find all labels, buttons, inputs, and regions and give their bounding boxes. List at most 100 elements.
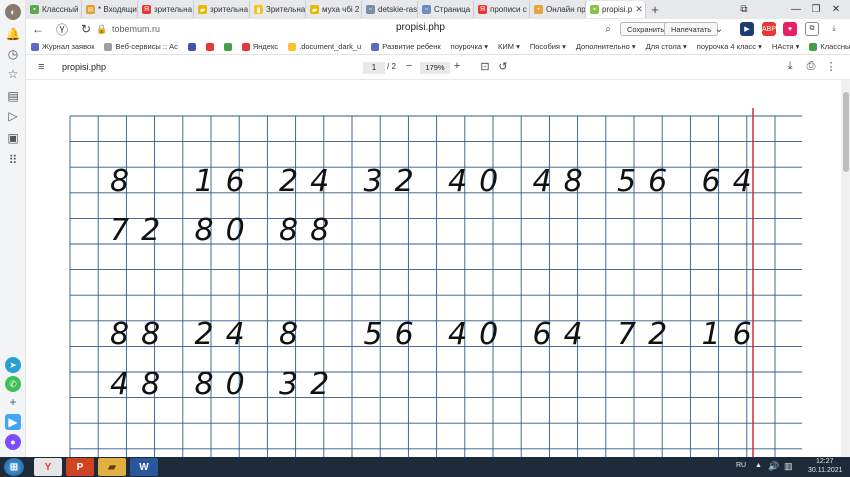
tabs-menu-icon[interactable]: ⧉ (734, 0, 754, 19)
worksheet-number: 88 (110, 317, 172, 352)
worksheet-number: 88 (279, 213, 341, 248)
volume-icon[interactable]: 🔊 (768, 461, 779, 472)
rotate-icon[interactable]: ↺ (496, 60, 510, 73)
bookmark-classroom[interactable]: Классный (804, 42, 850, 51)
heart-extension-icon[interactable]: ♥ (783, 22, 797, 36)
yandex-browser-icon[interactable]: Y (34, 458, 62, 476)
grid-lines (69, 115, 802, 457)
music-icon[interactable]: ▶ (5, 414, 21, 430)
zoom-out-icon[interactable]: − (402, 60, 416, 72)
mail-icon: ✉ (86, 5, 95, 14)
downloads-icon[interactable]: ⤓ (827, 22, 841, 36)
worksheet-number: 72 (110, 213, 172, 248)
minimize-icon[interactable]: — (786, 0, 806, 19)
word-icon[interactable]: W (130, 458, 158, 476)
worksheet-number: 64 (702, 164, 764, 199)
adblock-icon[interactable]: ABP (762, 22, 776, 36)
more-options-icon[interactable]: ⋮ (824, 60, 838, 73)
add-panel-icon[interactable]: + (5, 394, 21, 410)
bookmark-folder-posobiya[interactable]: Пособия ▾ (525, 42, 571, 51)
back-icon[interactable]: ← (28, 19, 48, 39)
bookmark-icon-only-1[interactable] (183, 42, 201, 51)
page-number-input[interactable]: 1 (363, 62, 385, 74)
tab-online[interactable]: ▪ Онлайн пр (530, 1, 586, 18)
tab-propisi-active[interactable]: ▪ propisi.p ✕ (586, 1, 646, 18)
bookmark-child-development[interactable]: Развитие ребенк (366, 42, 445, 51)
tab-classroom[interactable]: ▪ Классный (26, 1, 82, 18)
bookmark-folder-extra[interactable]: Дополнительно ▾ (571, 42, 641, 51)
collections-icon[interactable]: ⧉ (805, 22, 819, 36)
tab-folder-1[interactable]: ▰ зрительна (194, 1, 250, 18)
worksheet-number: 16 (195, 164, 257, 199)
bookmark-folder-desk[interactable]: Для стола ▾ (641, 42, 692, 51)
tab-label: Онлайн пр (546, 5, 586, 14)
page-icon: ▫ (366, 5, 375, 14)
download-icon[interactable]: ⤓ (783, 60, 797, 73)
tab-yandex-search-2[interactable]: Я прописи с (474, 1, 530, 18)
start-button[interactable]: ⊞ (4, 458, 24, 476)
history-icon[interactable]: ◷ (5, 46, 21, 62)
tab-detskie[interactable]: ▫ detskie-ras (362, 1, 418, 18)
yandex-home-icon[interactable]: Ⓨ (52, 19, 72, 39)
worksheet-number: 24 (279, 164, 341, 199)
worksheet-number: 8 (279, 317, 310, 352)
explorer-icon[interactable]: ▰ (98, 458, 126, 476)
bookmark-folder-kim[interactable]: КИМ ▾ (493, 42, 525, 51)
favorites-icon[interactable]: ☆ (5, 66, 21, 82)
alice-icon[interactable]: ● (5, 434, 21, 450)
profile-avatar-icon[interactable]: ◐ (5, 4, 21, 20)
extension-arrow-icon[interactable]: ▶ (740, 22, 754, 36)
search-icon[interactable]: ⌕ (598, 19, 618, 39)
tab-page[interactable]: ▫ Страница (418, 1, 474, 18)
whatsapp-icon[interactable]: ✆ (5, 376, 21, 392)
collections-icon[interactable]: ▤ (5, 88, 21, 104)
zoom-in-icon[interactable]: + (450, 60, 464, 72)
print-icon[interactable]: ⎙ (804, 60, 818, 73)
close-tab-icon[interactable]: ✕ (635, 4, 643, 15)
tray-arrow-icon[interactable]: ▲ (755, 462, 762, 469)
tab-yandex-search-1[interactable]: Я зрительна (138, 1, 194, 18)
clock-date[interactable]: 30.11.2021 (808, 467, 843, 474)
powerpoint-icon[interactable]: P (66, 458, 94, 476)
site-icon: ▪ (534, 5, 543, 14)
bookmark-icon (371, 42, 380, 51)
bookmark-google[interactable] (219, 42, 237, 51)
fit-page-icon[interactable]: ⊡ (478, 60, 492, 73)
disk-icon[interactable]: ▣ (5, 130, 21, 146)
worksheet-number: 16 (702, 317, 764, 352)
tab-mail[interactable]: ✉ * Входящи (82, 1, 138, 18)
bookmark-folder-nastya[interactable]: НАстя ▾ (767, 42, 805, 51)
zoom-level[interactable]: 179% (420, 62, 450, 74)
telegram-icon[interactable]: ➤ (5, 357, 21, 373)
address-page-title[interactable]: propisi.php (396, 22, 445, 33)
windows-taskbar: ⊞ Y P ▰ W RU ▲ 🔊 ▥ 12:27 30.11.2021 (0, 457, 850, 477)
worksheet-number: 32 (279, 367, 341, 402)
reload-icon[interactable]: ↻ (76, 19, 96, 39)
tab-folder-2[interactable]: ▰ муха чбі 2 (306, 1, 362, 18)
notifications-icon[interactable]: 🔔 (5, 26, 21, 42)
bookmark-journal[interactable]: Журнал заявок (26, 42, 99, 51)
language-indicator[interactable]: RU (736, 462, 746, 469)
bookmark-document[interactable]: .document_dark_u (283, 42, 366, 51)
chevron-down-icon[interactable]: ⌄ (709, 19, 729, 39)
apps-icon[interactable]: ⠿ (5, 152, 21, 168)
bookmark-folder-pourochka[interactable]: поурочка ▾ (446, 42, 493, 51)
network-icon[interactable]: ▥ (784, 461, 793, 472)
bookmark-web-services[interactable]: Веб-сервисы :: Ас (99, 42, 182, 51)
bookmark-yandex[interactable]: Яндекс (237, 42, 283, 51)
tab-doc[interactable]: ▮ Зрительна (250, 1, 306, 18)
tab-label: propisi.p (602, 5, 633, 14)
bookmark-folder-grade4[interactable]: поурочка 4 класс ▾ (692, 42, 767, 51)
tab-strip: ▪ Классный ✉ * Входящи Я зрительна ▰ зри… (26, 0, 850, 19)
google-icon (223, 42, 232, 51)
address-domain[interactable]: tobemum.ru (112, 24, 160, 34)
new-tab-button[interactable]: + (646, 2, 664, 17)
video-icon[interactable]: ▷ (5, 108, 21, 124)
maximize-icon[interactable]: ❐ (806, 0, 826, 19)
bookmark-icon-only-2[interactable] (201, 42, 219, 51)
pdf-scroll-thumb[interactable] (843, 92, 849, 172)
tab-label: * Входящи (98, 5, 137, 14)
close-window-icon[interactable]: ✕ (826, 0, 846, 19)
menu-icon[interactable]: ≡ (38, 61, 44, 73)
clock-time[interactable]: 12:27 (816, 458, 834, 465)
